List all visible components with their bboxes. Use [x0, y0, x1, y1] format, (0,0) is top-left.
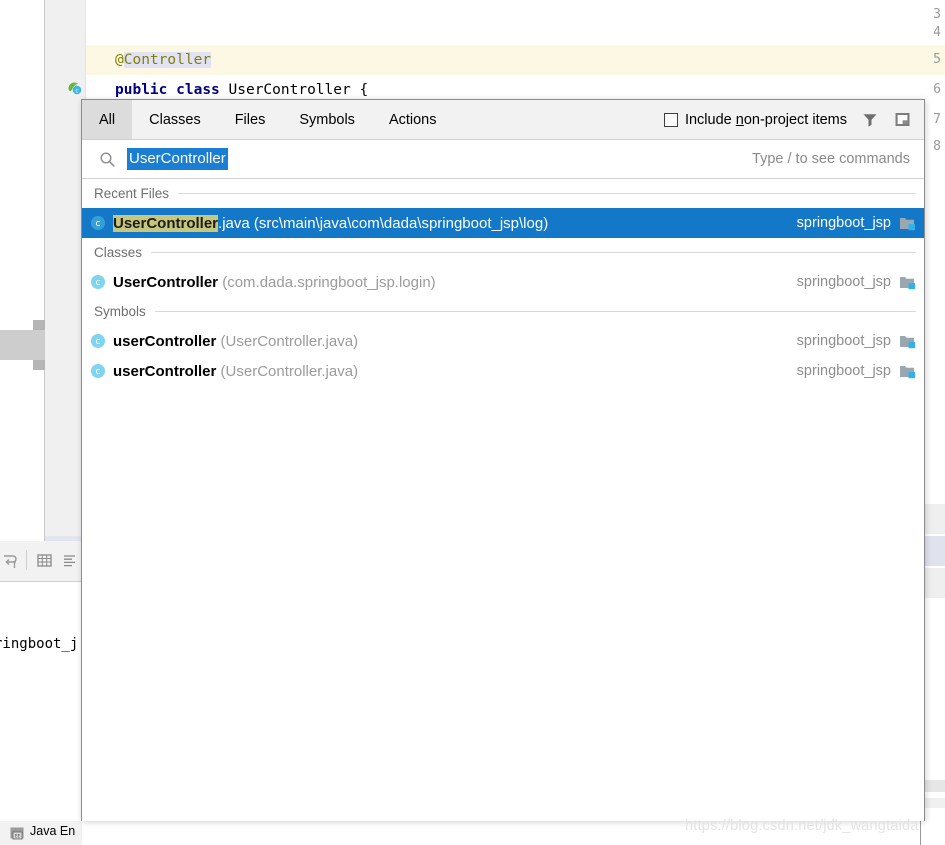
result-row-symbol[interactable]: c userController (UserController.java) s… [82, 326, 924, 356]
group-rule [151, 252, 916, 253]
grid-view-icon[interactable] [36, 552, 53, 569]
watermark: https://blog.csdn.net/jdk_wangtaida [685, 818, 919, 834]
keyword-class: class [176, 82, 220, 98]
checkbox-label-after: on-project items [744, 112, 847, 128]
group-label: Recent Files [94, 186, 178, 201]
svg-text:c: c [96, 278, 101, 288]
group-label: Classes [94, 245, 151, 260]
tab-symbols[interactable]: Symbols [282, 100, 372, 139]
search-icon [99, 151, 116, 168]
svg-text:EE: EE [15, 834, 21, 839]
tab-classes[interactable]: Classes [132, 100, 218, 139]
code-line-annotation: @Controller [115, 45, 211, 75]
left-tool-strip [0, 0, 45, 570]
svg-text:c: c [96, 337, 101, 347]
checkbox-label-mnemonic: n [736, 112, 744, 128]
group-header-symbols: Symbols [82, 297, 924, 326]
module-label: springboot_jsp [797, 215, 891, 231]
result-name: UserController [113, 274, 218, 291]
result-row-recent-file[interactable]: c UserController.java (src\main\java\com… [82, 208, 924, 238]
result-name: userController [113, 363, 216, 380]
group-rule [178, 193, 916, 194]
spring-bean-gutter-icon[interactable]: c [66, 79, 82, 95]
result-location: (UserController.java) [216, 333, 358, 350]
java-class-icon: c [90, 215, 106, 231]
toolbar-separator [26, 550, 27, 570]
result-name: userController [113, 333, 216, 350]
filter-funnel-icon[interactable] [861, 111, 879, 129]
group-header-classes: Classes [82, 238, 924, 267]
result-row-text: UserController (com.dada.springboot_jsp.… [113, 274, 436, 291]
result-module-info: springboot_jsp [783, 215, 916, 231]
result-module-info: springboot_jsp [783, 274, 916, 290]
left-floating-tooltip [0, 330, 45, 360]
keyword-public: public [115, 82, 167, 98]
result-location: (com.dada.springboot_jsp.login) [218, 274, 436, 291]
status-bar-label: Java En [30, 824, 75, 838]
tool-window-toolbar [0, 541, 82, 582]
result-module-info: springboot_jsp [783, 333, 916, 349]
svg-text:c: c [75, 87, 78, 94]
results-list[interactable]: Recent Files c UserController.java (src\… [82, 179, 924, 821]
match-highlight: UserController [113, 215, 218, 232]
tab-actions[interactable]: Actions [372, 100, 454, 139]
result-location: (UserController.java) [216, 363, 358, 380]
java-class-icon: c [90, 363, 106, 379]
module-folder-icon [899, 364, 916, 379]
result-module-info: springboot_jsp [783, 363, 916, 379]
module-folder-icon [899, 216, 916, 231]
result-row-text: userController (UserController.java) [113, 363, 358, 380]
console-output-text: ringboot_j [0, 636, 78, 652]
search-input-row[interactable]: UserController Type / to see commands [82, 140, 924, 179]
module-label: springboot_jsp [797, 363, 891, 379]
tab-files[interactable]: Files [218, 100, 283, 139]
group-label: Symbols [94, 304, 155, 319]
list-view-icon[interactable] [62, 553, 77, 568]
search-input[interactable]: UserController [127, 148, 228, 170]
java-enterprise-icon: EE [10, 827, 25, 840]
result-location: (src\main\java\com\dada\springboot_jsp\l… [250, 215, 548, 232]
result-row-symbol[interactable]: c userController (UserController.java) s… [82, 356, 924, 386]
module-folder-icon [899, 334, 916, 349]
result-name-rest: .java [218, 215, 250, 232]
svg-text:c: c [96, 367, 101, 377]
soft-wrap-icon[interactable] [2, 552, 20, 570]
annotation-at-symbol: @ [115, 52, 124, 68]
preview-panel-icon[interactable] [893, 110, 912, 129]
class-name-text: UserController { [220, 82, 368, 98]
java-class-icon: c [90, 333, 106, 349]
tab-all[interactable]: All [82, 100, 132, 139]
module-folder-icon [899, 275, 916, 290]
include-non-project-items-checkbox[interactable]: Include non-project items [664, 112, 847, 128]
java-class-icon: c [90, 274, 106, 290]
search-everywhere-dialog: All Classes Files Symbols Actions Includ… [81, 99, 925, 821]
header-options: Include non-project items [664, 100, 924, 139]
module-label: springboot_jsp [797, 274, 891, 290]
checkbox-box[interactable] [664, 113, 678, 127]
tab-bar: All Classes Files Symbols Actions [82, 100, 454, 139]
result-row-class[interactable]: c UserController (com.dada.springboot_js… [82, 267, 924, 297]
checkbox-label: Include non-project items [685, 112, 847, 128]
checkbox-label-before: Include [685, 112, 736, 128]
group-rule [155, 311, 916, 312]
dialog-header: All Classes Files Symbols Actions Includ… [82, 100, 924, 140]
result-row-text: userController (UserController.java) [113, 333, 358, 350]
result-row-text: UserController.java (src\main\java\com\d… [113, 215, 548, 232]
annotation-name: Controller [124, 52, 211, 68]
module-label: springboot_jsp [797, 333, 891, 349]
search-commands-hint: Type / to see commands [752, 151, 910, 167]
svg-text:c: c [96, 219, 101, 229]
group-header-recent-files: Recent Files [82, 179, 924, 208]
